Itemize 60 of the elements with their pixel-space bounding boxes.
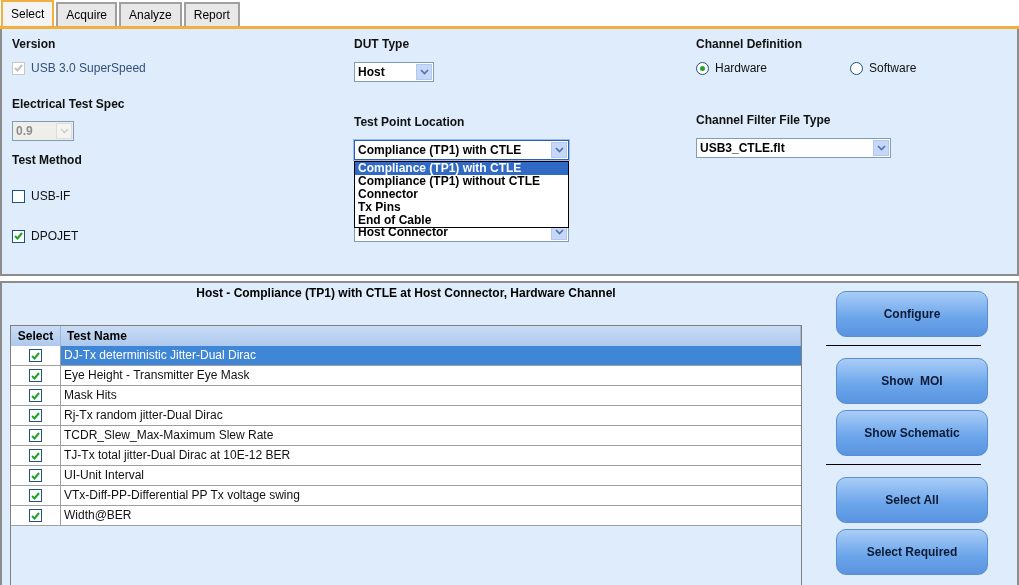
action-button[interactable]: Select Required bbox=[836, 529, 988, 575]
radio-button[interactable] bbox=[850, 61, 863, 75]
action-button[interactable]: Configure bbox=[836, 291, 988, 337]
checkbox[interactable] bbox=[12, 229, 25, 243]
channel-filter-label: Channel Filter File Type bbox=[696, 113, 832, 129]
checkmark-icon bbox=[31, 471, 40, 480]
checkmark-icon bbox=[14, 64, 23, 72]
checkbox-label: USB 3.0 SuperSpeed bbox=[31, 61, 146, 75]
tab[interactable]: Select bbox=[1, 0, 55, 26]
checkbox[interactable] bbox=[29, 389, 42, 402]
action-button[interactable]: Show Schematic bbox=[836, 410, 988, 456]
dropdown-option[interactable]: Compliance (TP1) without CTLE bbox=[355, 175, 568, 188]
caret-icon bbox=[554, 147, 564, 153]
action-button[interactable]: Show MOI bbox=[836, 358, 988, 404]
test-name-cell[interactable]: DJ-Tx deterministic Jitter-Dual Dirac bbox=[61, 346, 801, 365]
checkbox[interactable] bbox=[12, 189, 25, 203]
dropdown-option[interactable]: Connector bbox=[355, 188, 568, 201]
test-list-title: Host - Compliance (TP1) with CTLE at Host Connector, Hardware Channel bbox=[195, 285, 617, 302]
checkbox[interactable] bbox=[29, 509, 42, 522]
checkmark-icon bbox=[31, 371, 40, 380]
checkbox[interactable] bbox=[29, 409, 42, 422]
checkmark-icon bbox=[31, 451, 40, 460]
caret-icon bbox=[554, 229, 564, 235]
action-button[interactable]: Select All bbox=[836, 477, 988, 523]
checkbox-label: USB-IF bbox=[31, 189, 71, 203]
checkbox-label: DPOJET bbox=[31, 229, 79, 243]
dropdown-option[interactable]: Tx Pins bbox=[355, 201, 568, 214]
checkbox[interactable] bbox=[29, 489, 42, 502]
filter-file-select[interactable]: USB3_CTLE.flt bbox=[696, 138, 891, 158]
caret-icon bbox=[59, 128, 69, 134]
dut-type-label: DUT Type bbox=[354, 37, 411, 53]
checkbox[interactable] bbox=[29, 349, 42, 362]
caret-icon bbox=[876, 145, 886, 151]
tab[interactable]: Report bbox=[183, 2, 240, 26]
radio-dot-icon bbox=[700, 65, 705, 71]
checkbox[interactable] bbox=[29, 429, 42, 442]
radio-button[interactable] bbox=[696, 61, 709, 75]
checkbox[interactable] bbox=[29, 369, 42, 382]
checkbox[interactable] bbox=[29, 469, 42, 482]
radio-label: Software bbox=[869, 61, 917, 75]
caret-icon bbox=[419, 69, 429, 75]
checkmark-icon bbox=[31, 431, 40, 440]
checkmark-icon bbox=[31, 391, 40, 400]
checkmark-icon bbox=[31, 351, 40, 360]
checkmark-icon bbox=[14, 232, 23, 240]
test-method-label: Test Method bbox=[12, 153, 83, 169]
test-point-location-label: Test Point Location bbox=[354, 115, 466, 131]
radio-label: Hardware bbox=[715, 61, 768, 75]
dut-type-select[interactable]: Host bbox=[354, 62, 434, 82]
checkmark-icon bbox=[31, 491, 40, 500]
checkmark-icon bbox=[31, 511, 40, 520]
tab[interactable]: Acquire bbox=[56, 2, 118, 26]
tab[interactable]: Analyze bbox=[119, 2, 182, 26]
version-label: Version bbox=[12, 37, 57, 53]
test-point-select[interactable]: Compliance (TP1) with CTLE bbox=[354, 140, 569, 160]
dropdown-option[interactable]: Compliance (TP1) with CTLE bbox=[355, 162, 568, 175]
checkbox[interactable] bbox=[29, 449, 42, 462]
electrical-test-spec-label: Electrical Test Spec bbox=[12, 97, 126, 113]
checkmark-icon bbox=[31, 411, 40, 420]
channel-definition-label: Channel Definition bbox=[696, 37, 803, 53]
